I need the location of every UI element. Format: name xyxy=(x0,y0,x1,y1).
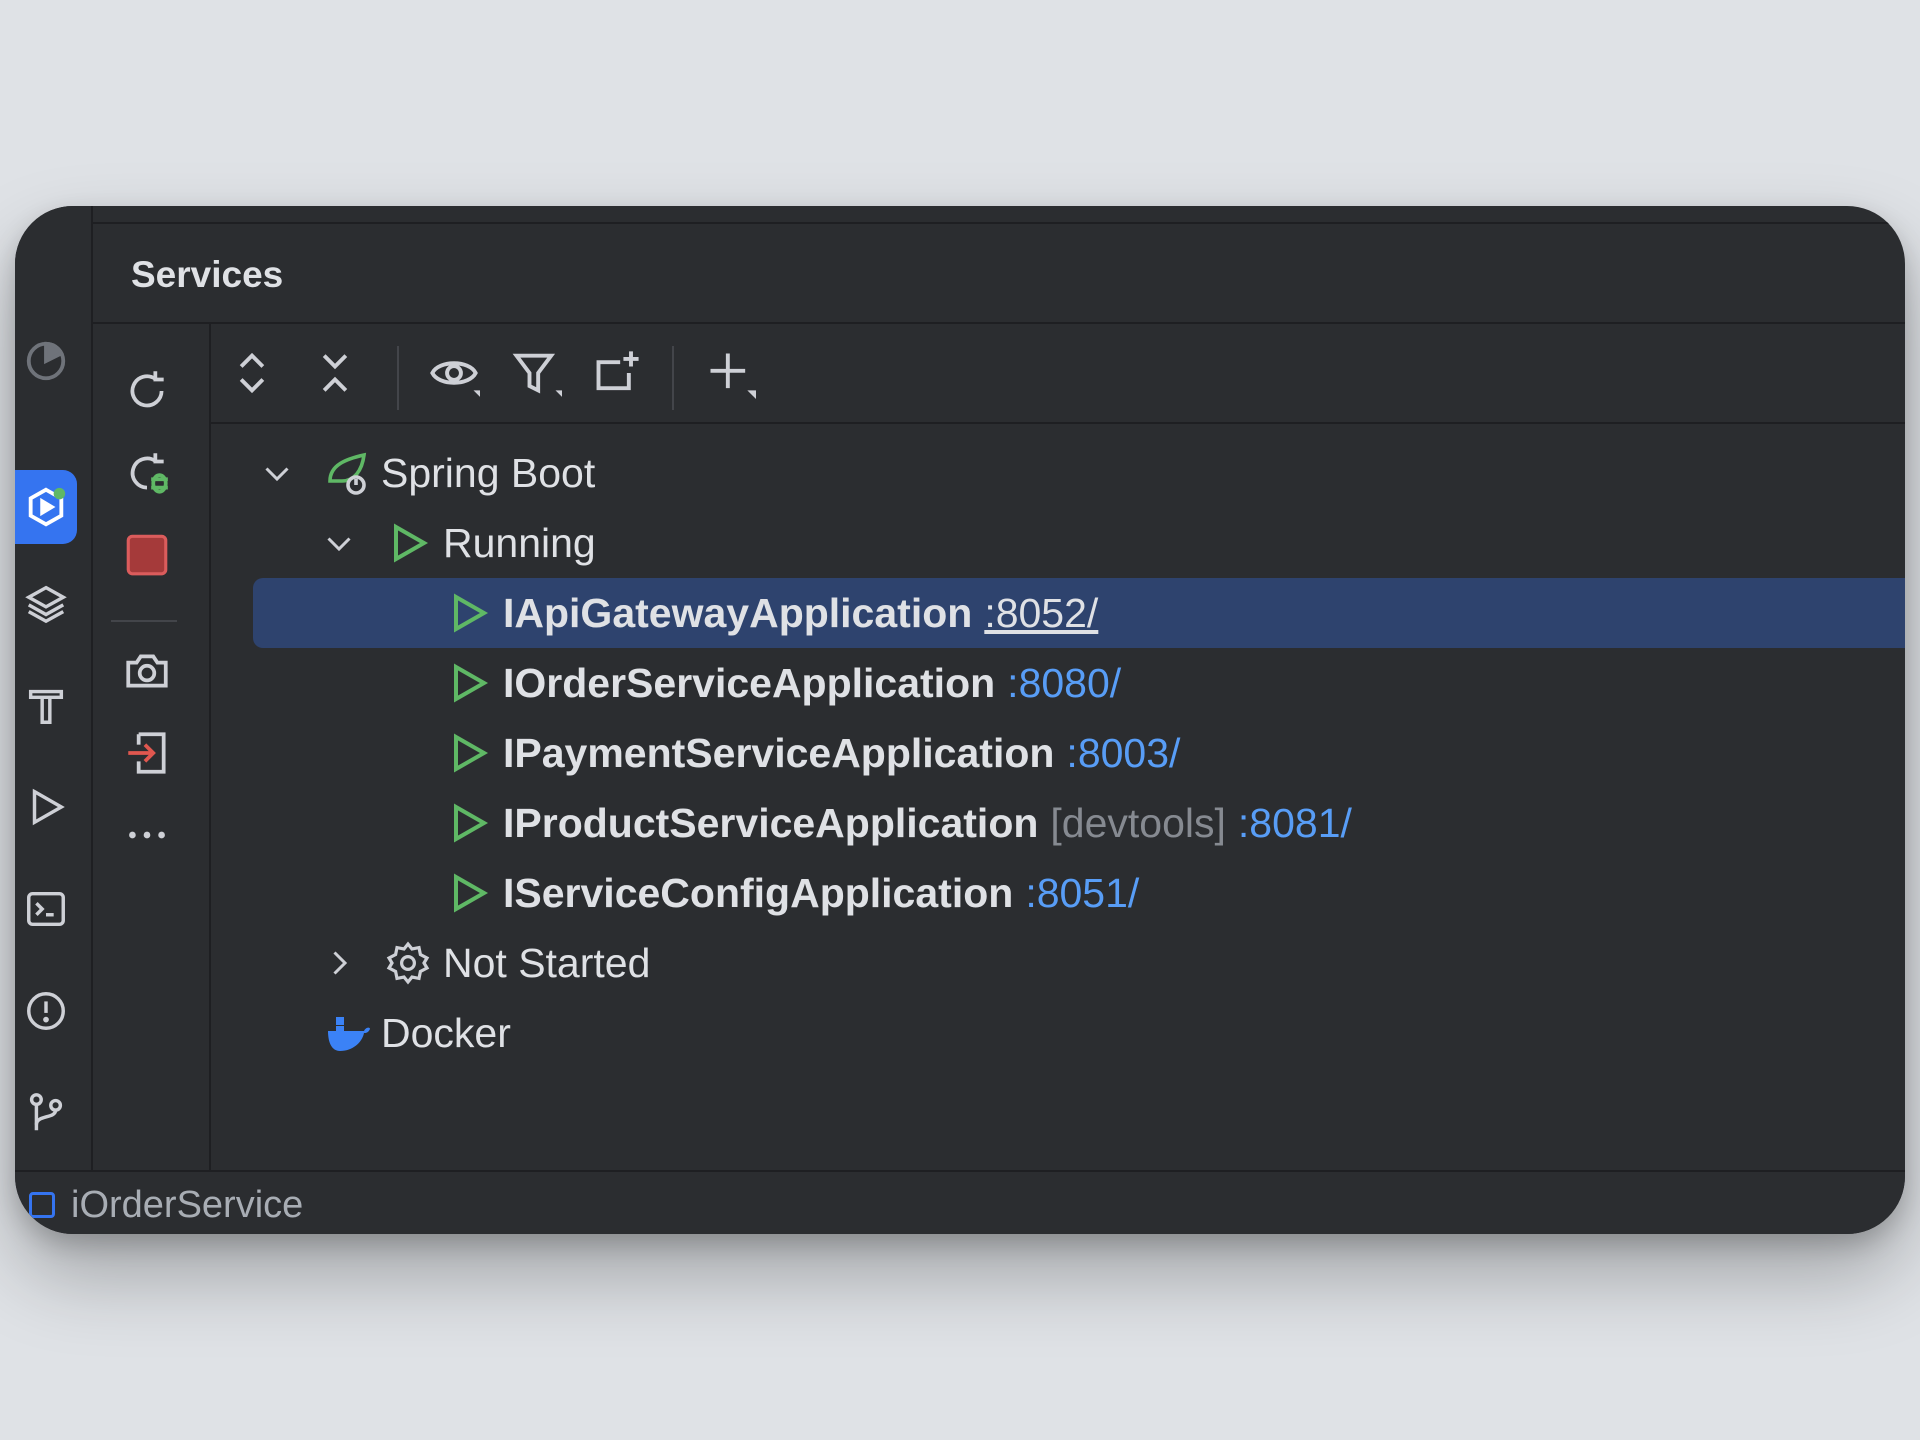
tool-window-bar xyxy=(15,206,93,1172)
exit-icon[interactable] xyxy=(116,722,178,784)
app-label: IApiGatewayApplication:8052/ xyxy=(503,589,1099,636)
view-options-icon[interactable] xyxy=(425,344,483,402)
run-status-icon xyxy=(443,798,493,848)
new-group-icon[interactable] xyxy=(589,344,647,402)
tree-label: Not Started xyxy=(443,939,651,986)
docker-icon xyxy=(323,1008,373,1058)
app-label: IServiceConfigApplication:8051/ xyxy=(503,869,1140,916)
status-bar: iOrderService xyxy=(15,1170,1905,1234)
filter-icon[interactable] xyxy=(507,344,565,402)
gear-icon xyxy=(383,938,433,988)
run-status-icon xyxy=(443,868,493,918)
toolbar-separator xyxy=(397,346,399,410)
status-bar-text[interactable]: iOrderService xyxy=(71,1184,303,1227)
problems-icon[interactable] xyxy=(15,980,77,1042)
app-label: IOrderServiceApplication:8080/ xyxy=(503,659,1122,706)
panel-title: Services xyxy=(131,254,284,295)
chevron-right-icon[interactable] xyxy=(319,943,359,983)
run-status-icon xyxy=(443,728,493,778)
port-link[interactable]: :8080/ xyxy=(1007,660,1121,706)
tree-node-spring-boot[interactable]: Spring Boot xyxy=(253,438,1905,508)
run-status-icon xyxy=(443,658,493,708)
add-service-icon[interactable] xyxy=(701,344,759,402)
spring-boot-icon xyxy=(323,448,373,498)
rerun-debug-icon[interactable] xyxy=(116,442,178,504)
more-icon[interactable] xyxy=(116,804,178,866)
stop-icon[interactable] xyxy=(116,524,178,586)
expand-all-icon[interactable] xyxy=(223,344,281,402)
app-label: IProductServiceApplication [devtools]:808… xyxy=(503,799,1352,846)
tree-node-app[interactable]: IApiGatewayApplication:8052/ xyxy=(253,578,1905,648)
tree-label: Spring Boot xyxy=(381,449,596,496)
action-separator xyxy=(111,620,177,622)
devtools-tag: [devtools] xyxy=(1050,799,1226,846)
tree-node-not-started[interactable]: Not Started xyxy=(253,928,1905,998)
app-label: IPaymentServiceApplication:8003/ xyxy=(503,729,1181,776)
run-status-icon xyxy=(383,518,433,568)
module-icon xyxy=(29,1192,55,1218)
services-icon[interactable] xyxy=(15,470,77,544)
port-link[interactable]: :8081/ xyxy=(1238,800,1352,846)
profiler-icon[interactable] xyxy=(15,330,77,392)
action-column xyxy=(91,324,211,1172)
git-icon[interactable] xyxy=(15,1082,77,1144)
tree-node-app[interactable]: IProductServiceApplication [devtools]:808… xyxy=(253,788,1905,858)
tree-node-app[interactable]: IOrderServiceApplication:8080/ xyxy=(253,648,1905,718)
services-window: Services Spring Boot Running IApiGateway… xyxy=(15,206,1905,1234)
port-link[interactable]: :8051/ xyxy=(1025,870,1139,916)
tree-node-app[interactable]: IServiceConfigApplication:8051/ xyxy=(253,858,1905,928)
port-link[interactable]: :8003/ xyxy=(1066,730,1180,776)
run-icon[interactable] xyxy=(15,776,77,838)
chevron-down-icon[interactable] xyxy=(319,523,359,563)
build-icon[interactable] xyxy=(15,674,77,736)
collapse-all-icon[interactable] xyxy=(306,344,364,402)
terminal-icon[interactable] xyxy=(15,878,77,940)
tree-node-docker[interactable]: Docker xyxy=(253,998,1905,1068)
tree-label: Docker xyxy=(381,1009,511,1056)
tree-node-app[interactable]: IPaymentServiceApplication:8003/ xyxy=(253,718,1905,788)
tree-label: Running xyxy=(443,519,596,566)
services-toolbar xyxy=(211,324,1905,424)
run-status-icon xyxy=(443,588,493,638)
layers-icon[interactable] xyxy=(15,572,77,634)
top-strip xyxy=(91,222,1905,224)
tree-node-running[interactable]: Running xyxy=(253,508,1905,578)
rerun-icon[interactable] xyxy=(116,360,178,422)
toolbar-separator xyxy=(672,346,674,410)
port-link[interactable]: :8052/ xyxy=(984,590,1098,636)
chevron-down-icon[interactable] xyxy=(257,453,297,493)
snapshot-icon[interactable] xyxy=(116,640,178,702)
